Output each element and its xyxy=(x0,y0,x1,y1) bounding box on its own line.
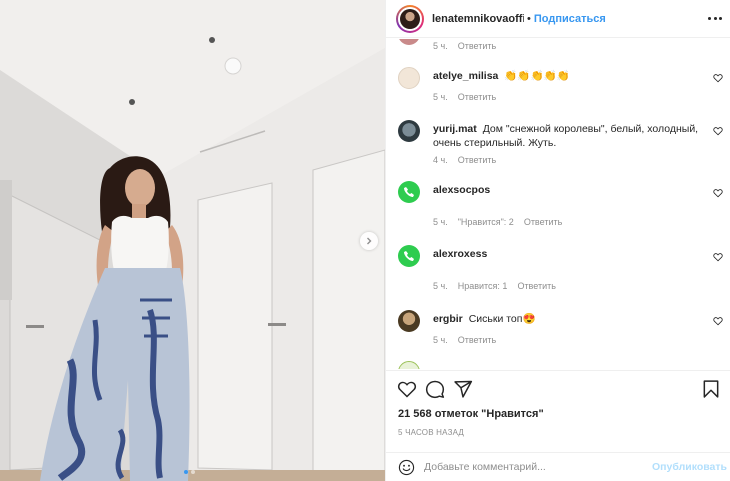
emoji-icon[interactable] xyxy=(398,459,415,476)
comment-username[interactable]: atelye_milisa xyxy=(433,70,498,82)
reply-button[interactable]: Ответить xyxy=(524,217,562,227)
author-username[interactable]: lenatemnikovaoffic xyxy=(432,13,524,25)
comment-time: 5 ч. xyxy=(433,281,448,291)
comment-time: 5 ч. xyxy=(433,335,448,345)
comment-body: alexsocpos xyxy=(433,183,701,197)
like-comment-heart-icon[interactable] xyxy=(713,316,723,326)
comment-avatar[interactable] xyxy=(398,245,420,267)
header-separator: • xyxy=(527,12,531,25)
carousel-dot xyxy=(191,470,195,474)
comment-likes[interactable]: Нравится: 1 xyxy=(458,281,508,291)
follow-button[interactable]: Подписаться xyxy=(534,13,606,25)
phone-icon xyxy=(404,187,414,197)
more-icon xyxy=(708,16,711,20)
comment-avatar[interactable] xyxy=(398,39,420,45)
comment-meta: 5 ч. Ответить xyxy=(433,335,496,345)
comments-list[interactable]: 5 ч. Ответить atelye_milisa 👏👏👏👏👏 5 ч. О… xyxy=(386,39,730,369)
post-side-panel: lenatemnikovaoffic • Подписаться 5 ч. От… xyxy=(385,0,730,481)
like-comment-heart-icon[interactable] xyxy=(713,188,723,198)
comment-likes[interactable]: "Нравится": 2 xyxy=(458,217,514,227)
comment-avatar[interactable] xyxy=(398,310,420,332)
reply-button[interactable]: Ответить xyxy=(458,92,496,102)
comment-body: yurij.mat Дом "снежной королевы", белый,… xyxy=(433,122,701,150)
like-comment-heart-icon[interactable] xyxy=(713,252,723,262)
carousel-dots xyxy=(184,470,195,474)
add-comment-bar: Опубликовать xyxy=(386,452,730,481)
comment-username[interactable]: yurij.mat xyxy=(433,123,477,135)
comment-avatar[interactable] xyxy=(398,361,420,369)
comment-avatar[interactable] xyxy=(398,67,420,89)
author-avatar[interactable] xyxy=(396,4,424,33)
chevron-right-icon xyxy=(367,237,372,245)
like-comment-heart-icon[interactable] xyxy=(713,73,723,83)
comment-body: ergbir Сиськи топ😍 xyxy=(433,312,701,326)
carousel-next-button[interactable] xyxy=(360,232,378,250)
comment-meta: 5 ч. Нравится: 1 Ответить xyxy=(433,281,556,291)
comment-avatar[interactable] xyxy=(398,181,420,203)
comment-icon[interactable] xyxy=(425,379,445,399)
comment-body: alexroxess xyxy=(433,247,701,261)
photo-image xyxy=(0,0,385,481)
comment-time: 5 ч. xyxy=(433,92,448,102)
post-photo[interactable] xyxy=(0,0,385,481)
reply-button[interactable]: Ответить xyxy=(458,335,496,345)
more-options-button[interactable] xyxy=(708,10,722,26)
instagram-post-view: lenatemnikovaoffic • Подписаться 5 ч. От… xyxy=(0,0,730,481)
comment-username[interactable]: alexsocpos xyxy=(433,184,490,196)
comment-username[interactable]: ergbir xyxy=(433,313,463,325)
post-header: lenatemnikovaoffic • Подписаться xyxy=(386,0,730,38)
publish-button[interactable]: Опубликовать xyxy=(652,461,727,473)
comment-body: atelye_milisa 👏👏👏👏👏 xyxy=(433,69,701,83)
comment-input[interactable] xyxy=(424,458,644,476)
comment-meta: 5 ч. "Нравится": 2 Ответить xyxy=(433,217,562,227)
share-icon[interactable] xyxy=(453,379,473,399)
comment-text: 👏👏👏👏👏 xyxy=(504,70,570,82)
like-heart-icon[interactable] xyxy=(397,379,417,399)
comment-avatar[interactable] xyxy=(398,120,420,142)
comment-meta: 4 ч. Ответить xyxy=(433,155,496,165)
comment-time: 5 ч. xyxy=(433,41,448,51)
like-comment-heart-icon[interactable] xyxy=(713,126,723,136)
post-actions-bar xyxy=(386,370,730,410)
carousel-dot-active xyxy=(184,470,188,474)
bookmark-icon[interactable] xyxy=(701,379,721,399)
comment-meta: 5 ч. Ответить xyxy=(433,41,496,51)
comment-text: Сиськи топ😍 xyxy=(468,313,536,325)
likes-count[interactable]: 21 568 отметок "Нравится" xyxy=(398,408,544,420)
comment-time: 5 ч. xyxy=(433,217,448,227)
reply-button[interactable]: Ответить xyxy=(458,41,496,51)
reply-button[interactable]: Ответить xyxy=(517,281,555,291)
comment-time: 4 ч. xyxy=(433,155,448,165)
post-timestamp: 5 ЧАСОВ НАЗАД xyxy=(398,428,465,437)
phone-icon xyxy=(404,251,414,261)
comment-username[interactable]: alexroxess xyxy=(433,248,487,260)
reply-button[interactable]: Ответить xyxy=(458,155,496,165)
comment-meta: 5 ч. Ответить xyxy=(433,92,496,102)
